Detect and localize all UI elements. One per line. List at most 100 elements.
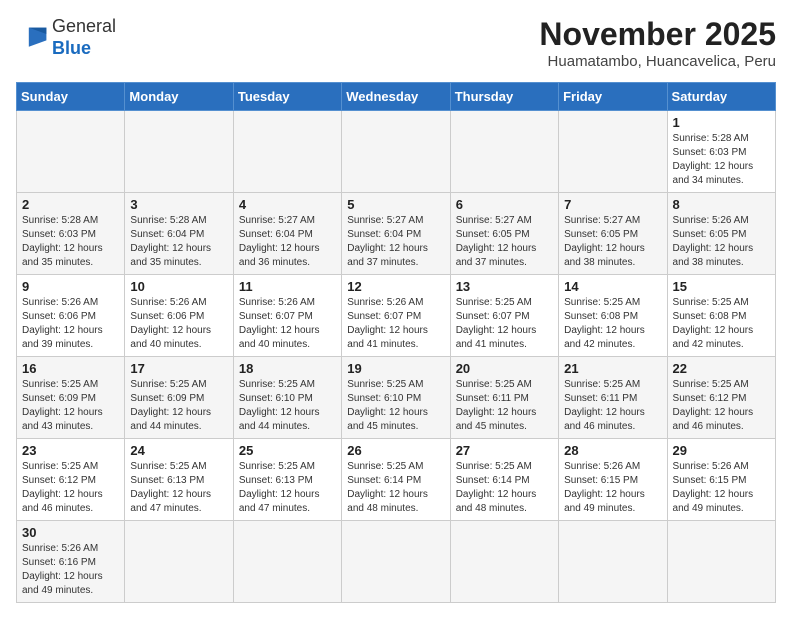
day-number: 12 (347, 279, 444, 294)
calendar-week-row: 1Sunrise: 5:28 AM Sunset: 6:03 PM Daylig… (17, 111, 776, 193)
day-info: Sunrise: 5:26 AM Sunset: 6:07 PM Dayligh… (347, 296, 444, 352)
day-info: Sunrise: 5:27 AM Sunset: 6:04 PM Dayligh… (347, 214, 444, 270)
day-info: Sunrise: 5:26 AM Sunset: 6:05 PM Dayligh… (673, 214, 770, 270)
day-number: 16 (22, 361, 119, 376)
calendar-cell: 4 Sunrise: 5:27 AM Sunset: 6:04 PM Daylig… (233, 193, 341, 275)
day-number: 6 (456, 197, 553, 212)
day-info: Sunrise: 5:27 AM Sunset: 6:04 PM Dayligh… (239, 214, 336, 270)
day-number: 20 (456, 361, 553, 376)
day-info: Sunrise: 5:25 AM Sunset: 6:13 PM Dayligh… (130, 460, 227, 516)
day-number: 11 (239, 279, 336, 294)
day-info: Sunrise: 5:25 AM Sunset: 6:14 PM Dayligh… (347, 460, 444, 516)
calendar-cell: 19Sunrise: 5:25 AM Sunset: 6:10 PM Dayli… (342, 357, 450, 439)
day-number: 23 (22, 443, 119, 458)
calendar-cell: 2 Sunrise: 5:28 AM Sunset: 6:03 PM Daylig… (17, 193, 125, 275)
calendar-cell: 3 Sunrise: 5:28 AM Sunset: 6:04 PM Daylig… (125, 193, 233, 275)
calendar-cell: 16 Sunrise: 5:25 AM Sunset: 6:09 PM Dayli… (17, 357, 125, 439)
calendar-cell: 8 Sunrise: 5:26 AM Sunset: 6:05 PM Daylig… (667, 193, 775, 275)
calendar-cell: 24Sunrise: 5:25 AM Sunset: 6:13 PM Dayli… (125, 439, 233, 521)
calendar-cell: 10Sunrise: 5:26 AM Sunset: 6:06 PM Dayli… (125, 275, 233, 357)
day-number: 3 (130, 197, 227, 212)
calendar-cell: 12 Sunrise: 5:26 AM Sunset: 6:07 PM Dayli… (342, 275, 450, 357)
weekday-header-friday: Friday (559, 83, 667, 111)
day-number: 29 (673, 443, 770, 458)
weekday-header-wednesday: Wednesday (342, 83, 450, 111)
weekday-header-thursday: Thursday (450, 83, 558, 111)
calendar-cell: 29Sunrise: 5:26 AM Sunset: 6:15 PM Dayli… (667, 439, 775, 521)
calendar-cell (233, 111, 341, 193)
calendar-table: SundayMondayTuesdayWednesdayThursdayFrid… (16, 82, 776, 603)
logo-blue: Blue (52, 38, 91, 58)
calendar-cell: 20 Sunrise: 5:25 AM Sunset: 6:11 PM Dayli… (450, 357, 558, 439)
day-info: Sunrise: 5:26 AM Sunset: 6:06 PM Dayligh… (22, 296, 119, 352)
calendar-cell: 15 Sunrise: 5:25 AM Sunset: 6:08 PM Dayli… (667, 275, 775, 357)
day-info: Sunrise: 5:27 AM Sunset: 6:05 PM Dayligh… (564, 214, 661, 270)
weekday-header-tuesday: Tuesday (233, 83, 341, 111)
day-number: 8 (673, 197, 770, 212)
day-info: Sunrise: 5:28 AM Sunset: 6:04 PM Dayligh… (130, 214, 227, 270)
day-info: Sunrise: 5:26 AM Sunset: 6:15 PM Dayligh… (564, 460, 661, 516)
day-number: 2 (22, 197, 119, 212)
calendar-cell (125, 111, 233, 193)
month-year-title: November 2025 (539, 16, 776, 53)
calendar-cell (559, 111, 667, 193)
calendar-cell: 17 Sunrise: 5:25 AM Sunset: 6:09 PM Dayli… (125, 357, 233, 439)
calendar-cell (450, 521, 558, 603)
day-number: 15 (673, 279, 770, 294)
calendar-cell: 14 Sunrise: 5:25 AM Sunset: 6:08 PM Dayli… (559, 275, 667, 357)
calendar-cell: 9 Sunrise: 5:26 AM Sunset: 6:06 PM Daylig… (17, 275, 125, 357)
day-info: Sunrise: 5:25 AM Sunset: 6:12 PM Dayligh… (22, 460, 119, 516)
day-number: 18 (239, 361, 336, 376)
calendar-cell (342, 111, 450, 193)
calendar-week-row: 9 Sunrise: 5:26 AM Sunset: 6:06 PM Daylig… (17, 275, 776, 357)
day-info: Sunrise: 5:26 AM Sunset: 6:16 PM Dayligh… (22, 542, 119, 598)
day-info: Sunrise: 5:25 AM Sunset: 6:13 PM Dayligh… (239, 460, 336, 516)
calendar-cell (559, 521, 667, 603)
day-number: 4 (239, 197, 336, 212)
day-info: Sunrise: 5:25 AM Sunset: 6:08 PM Dayligh… (564, 296, 661, 352)
day-info: Sunrise: 5:25 AM Sunset: 6:08 PM Dayligh… (673, 296, 770, 352)
day-info: Sunrise: 5:25 AM Sunset: 6:11 PM Dayligh… (564, 378, 661, 434)
calendar-cell: 1Sunrise: 5:28 AM Sunset: 6:03 PM Daylig… (667, 111, 775, 193)
calendar-cell: 5 Sunrise: 5:27 AM Sunset: 6:04 PM Daylig… (342, 193, 450, 275)
day-info: Sunrise: 5:25 AM Sunset: 6:14 PM Dayligh… (456, 460, 553, 516)
calendar-cell: 11Sunrise: 5:26 AM Sunset: 6:07 PM Dayli… (233, 275, 341, 357)
calendar-cell: 27 Sunrise: 5:25 AM Sunset: 6:14 PM Dayli… (450, 439, 558, 521)
calendar-week-row: 30Sunrise: 5:26 AM Sunset: 6:16 PM Dayli… (17, 521, 776, 603)
day-number: 5 (347, 197, 444, 212)
weekday-header-monday: Monday (125, 83, 233, 111)
logo-general: General (52, 16, 116, 36)
day-number: 26 (347, 443, 444, 458)
day-info: Sunrise: 5:25 AM Sunset: 6:10 PM Dayligh… (239, 378, 336, 434)
day-info: Sunrise: 5:25 AM Sunset: 6:09 PM Dayligh… (22, 378, 119, 434)
day-info: Sunrise: 5:27 AM Sunset: 6:05 PM Dayligh… (456, 214, 553, 270)
day-info: Sunrise: 5:25 AM Sunset: 6:11 PM Dayligh… (456, 378, 553, 434)
location-subtitle: Huamatambo, Huancavelica, Peru (539, 53, 776, 70)
calendar-cell: 22Sunrise: 5:25 AM Sunset: 6:12 PM Dayli… (667, 357, 775, 439)
day-number: 17 (130, 361, 227, 376)
logo-text: General Blue (52, 16, 116, 59)
calendar-cell: 23 Sunrise: 5:25 AM Sunset: 6:12 PM Dayli… (17, 439, 125, 521)
day-number: 27 (456, 443, 553, 458)
logo: General Blue (16, 16, 116, 59)
day-info: Sunrise: 5:25 AM Sunset: 6:12 PM Dayligh… (673, 378, 770, 434)
calendar-cell: 30Sunrise: 5:26 AM Sunset: 6:16 PM Dayli… (17, 521, 125, 603)
calendar-cell: 25Sunrise: 5:25 AM Sunset: 6:13 PM Dayli… (233, 439, 341, 521)
logo-icon (16, 24, 48, 52)
day-info: Sunrise: 5:28 AM Sunset: 6:03 PM Dayligh… (22, 214, 119, 270)
day-number: 21 (564, 361, 661, 376)
calendar-cell (342, 521, 450, 603)
day-number: 14 (564, 279, 661, 294)
calendar-body: 1Sunrise: 5:28 AM Sunset: 6:03 PM Daylig… (17, 111, 776, 603)
header: General Blue November 2025 Huamatambo, H… (16, 16, 776, 70)
calendar-cell: 13Sunrise: 5:25 AM Sunset: 6:07 PM Dayli… (450, 275, 558, 357)
day-info: Sunrise: 5:25 AM Sunset: 6:09 PM Dayligh… (130, 378, 227, 434)
calendar-cell (667, 521, 775, 603)
day-number: 7 (564, 197, 661, 212)
day-number: 9 (22, 279, 119, 294)
calendar-cell: 28Sunrise: 5:26 AM Sunset: 6:15 PM Dayli… (559, 439, 667, 521)
calendar-cell (233, 521, 341, 603)
calendar-cell: 7 Sunrise: 5:27 AM Sunset: 6:05 PM Daylig… (559, 193, 667, 275)
calendar-week-row: 16 Sunrise: 5:25 AM Sunset: 6:09 PM Dayli… (17, 357, 776, 439)
weekday-header-saturday: Saturday (667, 83, 775, 111)
